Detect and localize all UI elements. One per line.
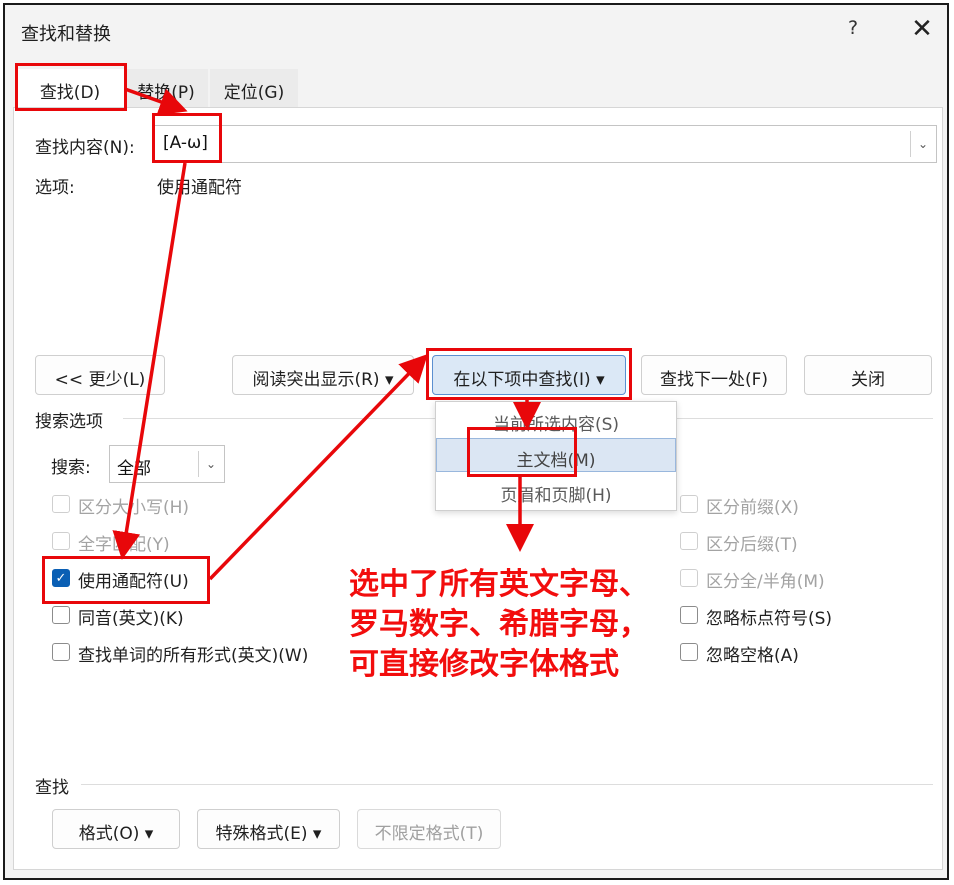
find-replace-dialog: 查找和替换 ? ✕ 查找(D) 替换(P) 定位(G) 查找内容(N): [A-…	[3, 3, 949, 880]
arrow-tab-to-value	[124, 87, 188, 116]
arrow-wildcards-to-findin	[208, 353, 428, 581]
annotation-arrows	[112, 87, 541, 581]
arrow-value-to-wildcards	[112, 162, 187, 560]
